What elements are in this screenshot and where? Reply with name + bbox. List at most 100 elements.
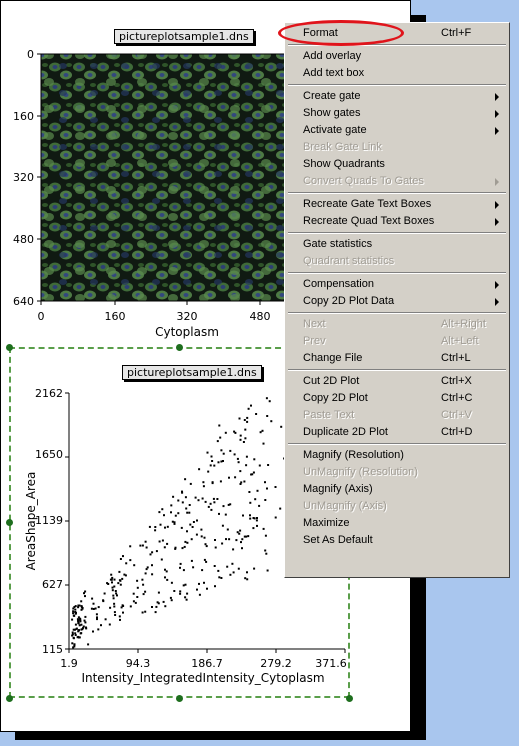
scatter-point (94, 607, 97, 610)
menu-separator (288, 84, 506, 86)
menu-item-copy-2d-plot[interactable]: Copy 2D Plot Ctrl+C (287, 390, 507, 407)
scatter-point (248, 491, 251, 493)
menu-item-show-gates[interactable]: Show gates (287, 105, 507, 122)
scatter-point (80, 606, 83, 609)
scatter-point (194, 496, 197, 499)
scatter-point (189, 523, 192, 526)
menu-item-copy-2d-plot-data[interactable]: Copy 2D Plot Data (287, 293, 507, 310)
menu-item-break-gate-link[interactable]: Break Gate Link (287, 139, 507, 156)
menu-item-compensation[interactable]: Compensation (287, 276, 507, 293)
selection-handle[interactable] (346, 695, 353, 702)
menu-item-cut-2d-plot[interactable]: Cut 2D Plot Ctrl+X (287, 373, 507, 390)
plot2-x-tick-label: 186.7 (191, 657, 223, 670)
menu-item-label: Activate gate (303, 124, 367, 136)
scatter-point (111, 586, 114, 589)
scatter-point (242, 514, 244, 517)
scatter-point (72, 637, 75, 640)
menu-item-next[interactable]: Next Alt+Right (287, 316, 507, 333)
menu-item-shortcut: Alt+Right (441, 318, 486, 330)
scatter-point (220, 577, 223, 579)
menu-item-label: Recreate Quad Text Boxes (303, 215, 435, 227)
selection-handle[interactable] (6, 344, 13, 351)
scatter-point (239, 470, 242, 473)
scatter-point (188, 504, 191, 506)
plot1-y-tick-label: 480 (13, 233, 34, 246)
scatter-point (155, 605, 158, 608)
scatter-point (226, 528, 229, 531)
menu-item-add-overlay[interactable]: Add overlay (287, 48, 507, 65)
scatter-point (180, 526, 183, 529)
scatter-point (255, 413, 258, 415)
scatter-point (183, 545, 186, 548)
scatter-point (166, 578, 169, 581)
scatter-point (238, 417, 241, 420)
selection-handle[interactable] (6, 519, 13, 526)
scatter-point (218, 512, 220, 515)
submenu-arrow-icon (495, 178, 499, 186)
menu-item-label: Magnify (Axis) (303, 483, 373, 495)
scatter-point (241, 538, 244, 541)
scatter-point (145, 546, 148, 549)
plot2-y-tick-label: 115 (42, 643, 63, 656)
scatter-point (204, 543, 207, 546)
menu-item-duplicate-2d-plot[interactable]: Duplicate 2D Plot Ctrl+D (287, 424, 507, 441)
scatter-point (213, 464, 216, 467)
menu-item-label: Duplicate 2D Plot (303, 426, 388, 438)
scatter-point (162, 600, 165, 603)
scatter-point (198, 468, 201, 471)
menu-item-create-gate[interactable]: Create gate (287, 88, 507, 105)
menu-item-unmagnify-axis[interactable]: UnMagnify (Axis) (287, 498, 507, 515)
scatter-point (74, 623, 77, 626)
scatter-point (216, 498, 219, 500)
menu-item-label: Copy 2D Plot (303, 392, 368, 404)
scatter-point (239, 529, 242, 532)
menu-item-quadrant-statistics[interactable]: Quadrant statistics (287, 253, 507, 270)
menu-item-recreate-gate-text-boxes[interactable]: Recreate Gate Text Boxes (287, 196, 507, 213)
scatter-point (164, 576, 166, 579)
menu-item-magnify-axis[interactable]: Magnify (Axis) (287, 481, 507, 498)
scatter-point (145, 568, 148, 571)
scatter-point (195, 533, 198, 536)
menu-item-change-file[interactable]: Change File Ctrl+L (287, 350, 507, 367)
scatter-point (236, 531, 239, 534)
menu-item-set-as-default[interactable]: Set As Default (287, 532, 507, 549)
menu-item-convert-quads-to-gates[interactable]: Convert Quads To Gates (287, 173, 507, 190)
scatter-point (189, 482, 192, 485)
submenu-arrow-icon (495, 218, 499, 226)
menu-item-paste-text[interactable]: Paste Text Ctrl+V (287, 407, 507, 424)
scatter-point (71, 631, 74, 634)
selection-handle[interactable] (6, 695, 13, 702)
scatter-point (129, 545, 132, 548)
selection-handle[interactable] (176, 344, 183, 351)
scatter-point (211, 482, 214, 485)
scatter-point (72, 610, 75, 613)
scatter-point (76, 636, 79, 639)
menu-item-unmagnify-resolution[interactable]: UnMagnify (Resolution) (287, 464, 507, 481)
scatter-point (268, 400, 271, 403)
scatter-point (244, 577, 247, 580)
scatter-point (265, 552, 268, 555)
menu-item-magnify-resolution[interactable]: Magnify (Resolution) (287, 447, 507, 464)
menu-item-maximize[interactable]: Maximize (287, 515, 507, 532)
scatter-point (184, 496, 187, 499)
scatter-point (196, 519, 198, 522)
menu-item-gate-statistics[interactable]: Gate statistics (287, 236, 507, 253)
picture-plot[interactable]: 0 160 320 480 640 0 160 320 480 Cytoplas… (1, 41, 301, 346)
scatter-point (111, 589, 114, 592)
menu-item-label: Add text box (303, 67, 365, 79)
scatter-point (231, 562, 234, 565)
menu-item-recreate-quad-text-boxes[interactable]: Recreate Quad Text Boxes (287, 213, 507, 230)
scatter-point (112, 594, 115, 597)
menu-item-activate-gate[interactable]: Activate gate (287, 122, 507, 139)
scatter-point (254, 498, 257, 501)
scatter-point (125, 562, 128, 565)
scatter-point (74, 611, 77, 613)
menu-item-prev[interactable]: Prev Alt+Left (287, 333, 507, 350)
scatter-point (244, 437, 247, 440)
menu-item-show-quadrants[interactable]: Show Quadrants (287, 156, 507, 173)
selection-handle[interactable] (176, 695, 183, 702)
desktop-background: pictureplotsample1.dns 0 160 320 480 640… (0, 0, 519, 746)
menu-item-add-text-box[interactable]: Add text box (287, 65, 507, 82)
scatter-point (222, 460, 224, 462)
scatter-point (197, 499, 200, 502)
